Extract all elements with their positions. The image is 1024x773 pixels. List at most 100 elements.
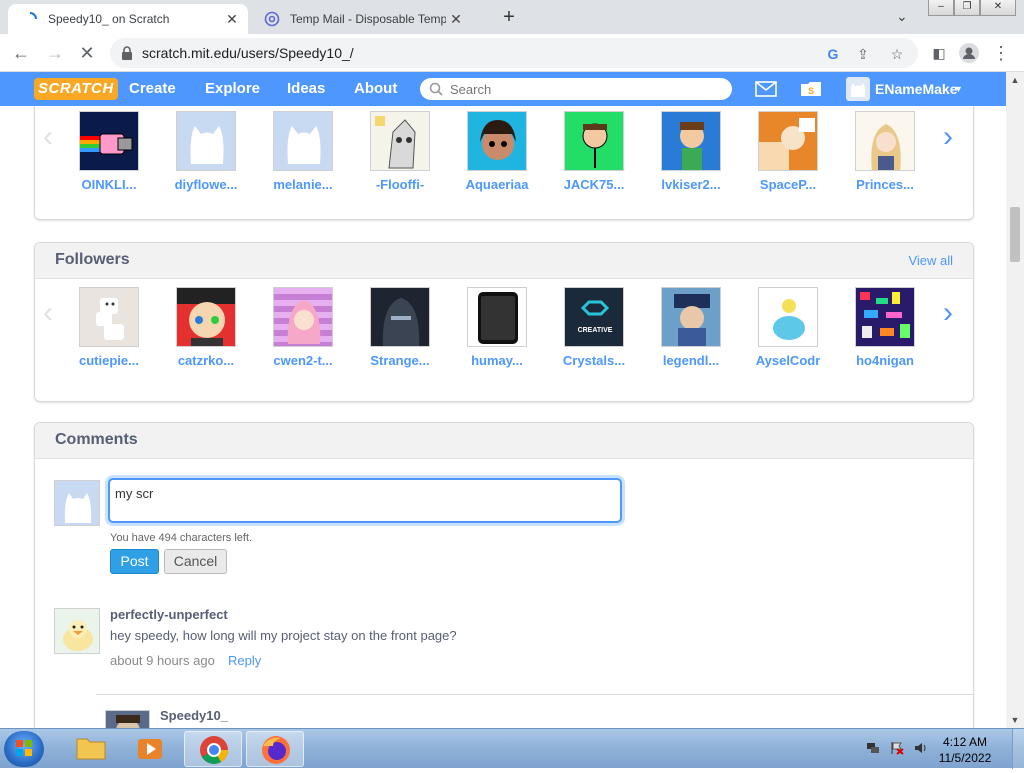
following-user-item[interactable]: lvkiser2... xyxy=(650,111,732,192)
media-player-icon[interactable] xyxy=(122,731,180,767)
following-user-item[interactable]: melanie... xyxy=(262,111,344,192)
start-button[interactable] xyxy=(4,731,44,767)
comment-username[interactable]: Speedy10_ xyxy=(160,708,228,723)
tray-volume-icon[interactable] xyxy=(914,741,928,755)
user-thumbnail[interactable] xyxy=(564,111,624,171)
google-icon[interactable]: G xyxy=(824,45,842,63)
tab-temp-mail[interactable]: Temp Mail - Disposable Tempora ✕ xyxy=(250,4,472,34)
following-user-item[interactable]: -Flooffi- xyxy=(359,111,441,192)
carousel-prev-icon[interactable]: ‹ xyxy=(43,298,53,328)
comment-input[interactable]: my scr xyxy=(108,478,622,523)
follower-user-item[interactable]: catzrko... xyxy=(165,287,247,368)
user-thumbnail[interactable] xyxy=(79,287,139,347)
cancel-button[interactable]: Cancel xyxy=(164,549,227,574)
restore-window-icon[interactable]: ❐ xyxy=(954,0,980,16)
following-user-item[interactable]: JACK75... xyxy=(553,111,635,192)
user-label[interactable]: Strange... xyxy=(359,353,441,368)
address-bar[interactable]: scratch.mit.edu/users/Speedy10_/ G ⇪ ☆ xyxy=(110,38,918,68)
follower-user-item[interactable]: humay... xyxy=(456,287,538,368)
user-label[interactable]: legendl... xyxy=(650,353,732,368)
follower-user-item[interactable]: Strange... xyxy=(359,287,441,368)
user-thumbnail[interactable] xyxy=(79,111,139,171)
my-stuff-folder-icon[interactable]: S xyxy=(800,80,822,98)
follower-user-item[interactable]: CREATIVE Crystals... xyxy=(553,287,635,368)
follower-user-item[interactable]: AyselCodr xyxy=(747,287,829,368)
header-avatar[interactable] xyxy=(846,77,870,101)
following-user-item[interactable]: diyflowe... xyxy=(165,111,247,192)
user-thumbnail[interactable] xyxy=(273,111,333,171)
back-arrow-icon[interactable]: ← xyxy=(10,42,32,64)
user-label[interactable]: SpaceP... xyxy=(747,177,829,192)
chrome-icon[interactable] xyxy=(184,731,242,767)
user-thumbnail[interactable] xyxy=(273,287,333,347)
following-user-item[interactable]: Aquaeriaa xyxy=(456,111,538,192)
reply-avatar[interactable] xyxy=(105,710,150,728)
user-label[interactable]: Crystals... xyxy=(553,353,635,368)
taskbar-clock[interactable]: 4:12 AM 11/5/2022 xyxy=(930,734,1000,766)
close-window-icon[interactable]: ✕ xyxy=(980,0,1016,16)
comment-username[interactable]: perfectly-unperfect xyxy=(110,607,228,622)
user-thumbnail[interactable] xyxy=(370,287,430,347)
nav-explore[interactable]: Explore xyxy=(205,72,260,106)
reply-link[interactable]: Reply xyxy=(228,653,261,668)
show-desktop-button[interactable] xyxy=(1012,729,1024,769)
user-thumbnail[interactable] xyxy=(661,287,721,347)
user-label[interactable]: JACK75... xyxy=(553,177,635,192)
close-tab-icon[interactable]: ✕ xyxy=(446,11,466,28)
header-username[interactable]: ENameMake xyxy=(875,72,958,106)
user-label[interactable]: diyflowe... xyxy=(165,177,247,192)
scroll-down-arrow-icon[interactable]: ▼ xyxy=(1006,712,1024,728)
user-label[interactable]: Princes... xyxy=(844,177,926,192)
user-label[interactable]: cutiepie... xyxy=(68,353,150,368)
page-scrollbar[interactable]: ▲ ▼ xyxy=(1006,72,1024,728)
new-tab-icon[interactable]: + xyxy=(498,6,520,28)
user-label[interactable]: ho4nigan xyxy=(844,353,926,368)
user-thumbnail[interactable] xyxy=(467,111,527,171)
post-button[interactable]: Post xyxy=(110,549,159,574)
firefox-icon[interactable] xyxy=(246,731,304,767)
user-label[interactable]: OINKLI... xyxy=(68,177,150,192)
user-label[interactable]: -Flooffi- xyxy=(359,177,441,192)
user-label[interactable]: catzrko... xyxy=(165,353,247,368)
user-thumbnail[interactable] xyxy=(176,111,236,171)
profile-icon[interactable] xyxy=(958,42,980,64)
scrollbar-thumb[interactable] xyxy=(1010,207,1020,262)
user-label[interactable]: cwen2-t... xyxy=(262,353,344,368)
menu-kebab-icon[interactable]: ⋮ xyxy=(990,42,1012,64)
chevron-down-icon[interactable]: ▼ xyxy=(954,72,963,106)
following-user-item[interactable]: SpaceP... xyxy=(747,111,829,192)
user-label[interactable]: Aquaeriaa xyxy=(456,177,538,192)
scroll-up-arrow-icon[interactable]: ▲ xyxy=(1006,72,1024,88)
stop-loading-icon[interactable]: ✕ xyxy=(76,42,98,64)
carousel-next-icon[interactable]: › xyxy=(943,298,953,328)
followers-view-all-link[interactable]: View all xyxy=(908,253,953,268)
search-input[interactable] xyxy=(450,80,720,98)
nav-ideas[interactable]: Ideas xyxy=(287,72,325,106)
minimize-window-icon[interactable]: – xyxy=(928,0,954,16)
user-label[interactable]: humay... xyxy=(456,353,538,368)
user-thumbnail[interactable] xyxy=(855,111,915,171)
user-thumbnail[interactable] xyxy=(855,287,915,347)
user-thumbnail[interactable] xyxy=(661,111,721,171)
tab-search-chevron-icon[interactable]: ⌄ xyxy=(896,8,908,25)
user-label[interactable]: lvkiser2... xyxy=(650,177,732,192)
close-tab-icon[interactable]: ✕ xyxy=(222,11,242,28)
forward-arrow-icon[interactable]: → xyxy=(44,42,66,64)
nav-create[interactable]: Create xyxy=(129,72,176,106)
search-bar[interactable] xyxy=(420,78,732,100)
follower-user-item[interactable]: ho4nigan xyxy=(844,287,926,368)
following-user-item[interactable]: OINKLI... xyxy=(68,111,150,192)
tray-flag-icon[interactable] xyxy=(890,741,904,755)
tray-network-icon[interactable] xyxy=(866,741,880,755)
explorer-folder-icon[interactable] xyxy=(62,731,120,767)
follower-user-item[interactable]: legendl... xyxy=(650,287,732,368)
side-panel-icon[interactable]: ◧ xyxy=(928,42,950,64)
scratch-logo[interactable]: SCRATCH xyxy=(34,78,118,100)
messages-envelope-icon[interactable] xyxy=(755,80,777,98)
user-thumbnail[interactable]: CREATIVE xyxy=(564,287,624,347)
carousel-next-icon[interactable]: › xyxy=(943,122,953,152)
bookmark-star-icon[interactable]: ☆ xyxy=(888,45,906,63)
follower-user-item[interactable]: cutiepie... xyxy=(68,287,150,368)
follower-user-item[interactable]: cwen2-t... xyxy=(262,287,344,368)
user-thumbnail[interactable] xyxy=(758,111,818,171)
